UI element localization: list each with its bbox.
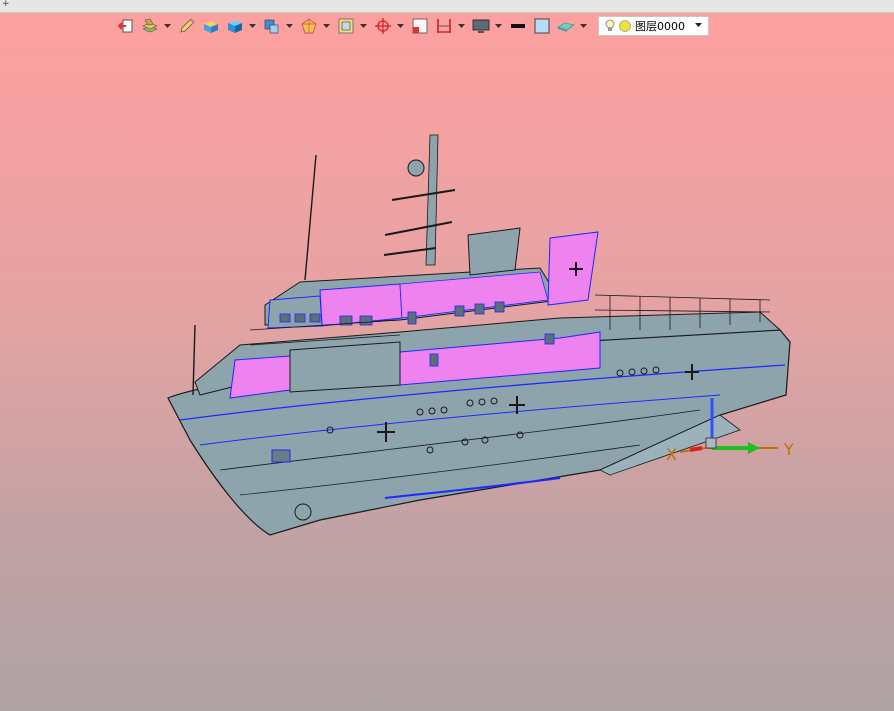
monitor-button[interactable] (470, 15, 492, 37)
new-layer-button[interactable] (115, 15, 137, 37)
snap-dropdown[interactable] (396, 15, 404, 37)
pencil-button[interactable] (176, 15, 198, 37)
box-frame-icon (338, 18, 354, 34)
layer-manager-button[interactable] (139, 15, 161, 37)
section-view-button[interactable] (335, 15, 357, 37)
chevron-down-icon (248, 23, 256, 28)
layer-name: 图层0000 (635, 20, 685, 33)
render-mode-dropdown[interactable] (322, 15, 330, 37)
line-weight-icon (511, 24, 525, 28)
chevron-down-icon (163, 23, 171, 28)
plane-dropdown[interactable] (579, 15, 587, 37)
dimension-icon (437, 19, 451, 33)
y-axis-label: Y (783, 440, 794, 459)
view-style-button[interactable] (261, 15, 283, 37)
shape-render-icon (301, 18, 317, 34)
snap-target-icon (375, 18, 391, 34)
color-swatch-icon (534, 18, 550, 34)
title-strip: + (0, 0, 894, 13)
layer-toolbar: 图层0000 (115, 14, 709, 38)
plane-button[interactable] (555, 15, 577, 37)
monitor-icon (472, 19, 490, 33)
chevron-down-icon (579, 23, 587, 28)
chevron-down-icon (322, 23, 330, 28)
render-mode-button[interactable] (298, 15, 320, 37)
ship-hull-icon: X Y (167, 134, 794, 536)
layer-state-button[interactable] (200, 15, 222, 37)
x-axis-label: X (666, 445, 677, 464)
cube-blue-icon (228, 20, 242, 33)
solid-display-dropdown[interactable] (248, 15, 256, 37)
solid-display-button[interactable] (224, 15, 246, 37)
view-style-dropdown[interactable] (285, 15, 293, 37)
layer-manager-dropdown[interactable] (163, 15, 171, 37)
layer-select[interactable]: 图层0000 (598, 16, 709, 36)
sun-icon[interactable] (618, 19, 632, 33)
grid-square-icon (412, 18, 428, 34)
cube-yellow-icon (204, 21, 218, 33)
chevron-down-icon (285, 23, 293, 28)
snap-button[interactable] (372, 15, 394, 37)
grid-button[interactable] (409, 15, 431, 37)
cube-view-icon (264, 19, 279, 34)
layer-stack-icon (142, 18, 158, 33)
chevron-down-icon (359, 23, 367, 28)
monitor-dropdown[interactable] (494, 15, 502, 37)
lightbulb-icon[interactable] (603, 19, 617, 33)
pencil-icon (180, 18, 195, 33)
chevron-down-icon (396, 23, 404, 28)
fill-color-button[interactable] (531, 15, 553, 37)
plane-icon (557, 22, 575, 32)
layer-new-icon (117, 19, 133, 33)
chevron-down-icon (457, 23, 465, 28)
dimension-dropdown[interactable] (457, 15, 465, 37)
section-view-dropdown[interactable] (359, 15, 367, 37)
3d-viewport[interactable]: X Y (0, 40, 894, 711)
chevron-down-icon (494, 23, 502, 28)
corner-glyph: + (2, 0, 10, 9)
chevron-down-icon[interactable] (695, 23, 702, 28)
line-weight-button[interactable] (507, 15, 529, 37)
dimension-button[interactable] (433, 15, 455, 37)
